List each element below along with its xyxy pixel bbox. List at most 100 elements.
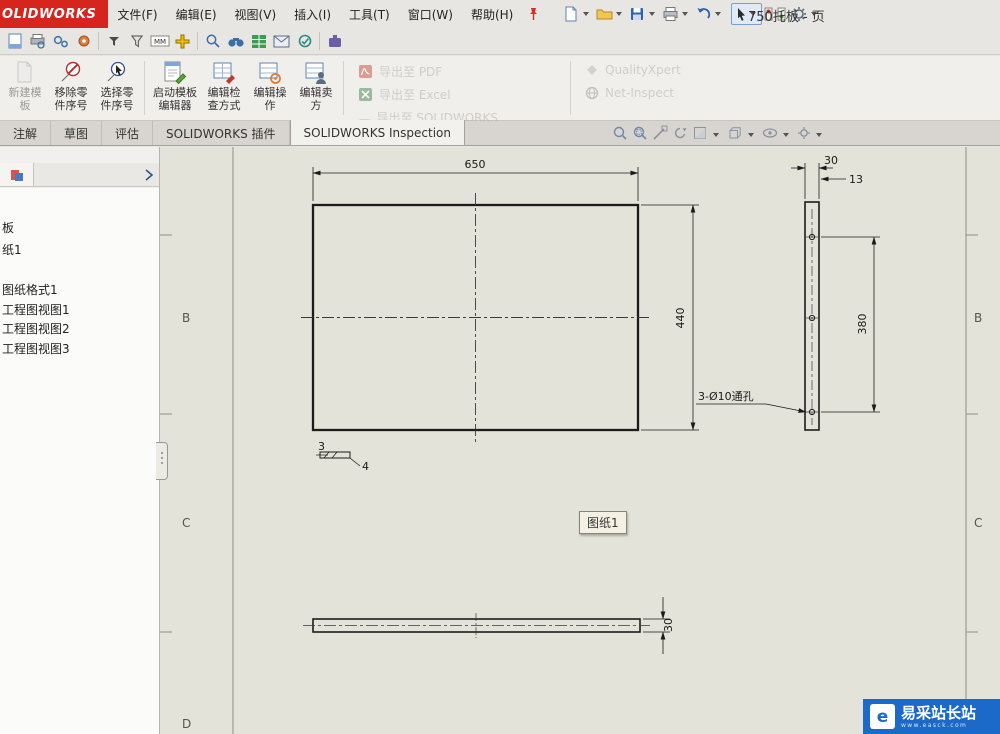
tree-item[interactable]: 工程图视图1: [2, 301, 70, 318]
side-view[interactable]: 30 13 380 3-Ø10通孔: [696, 154, 880, 431]
tab-solidworks-addins[interactable]: SOLIDWORKS 插件: [153, 121, 290, 145]
menu-window[interactable]: 窗口(W): [399, 0, 462, 28]
select-balloon-button[interactable]: 选择零 件序号: [94, 56, 140, 120]
edit-operations-icon: [259, 62, 281, 84]
gears-icon[interactable]: [49, 30, 72, 53]
command-manager-ribbon: 新建模 板 移除零 件序号 选择零 件序号 启动模板 编辑器 编辑检 查方式 编…: [0, 56, 1000, 142]
undo-dropdown-icon[interactable]: [715, 12, 722, 16]
zoom-area-icon[interactable]: [632, 125, 648, 144]
export-excel-button[interactable]: 导出至 Excel: [358, 86, 556, 103]
launch-template-editor-button[interactable]: 启动模板 编辑器: [149, 56, 201, 120]
zoom-fit-icon[interactable]: [612, 125, 628, 144]
dimension-380[interactable]: 380: [856, 314, 869, 335]
table-icon[interactable]: [247, 30, 270, 53]
dimension-30-top[interactable]: 30: [824, 154, 838, 167]
stamp-icon[interactable]: [293, 30, 316, 53]
funnel-icon[interactable]: [125, 30, 148, 53]
menu-edit[interactable]: 编辑(E): [167, 0, 226, 28]
tree-item[interactable]: 板: [2, 219, 14, 236]
send-icon[interactable]: [270, 30, 293, 53]
pin-menu-icon[interactable]: [522, 3, 544, 25]
sheet-tooltip: 图纸1: [579, 511, 627, 534]
panel-splitter-handle[interactable]: [156, 442, 168, 480]
qualityxpert-icon: [587, 65, 597, 75]
edit-operations-button[interactable]: 编辑操 作: [247, 56, 293, 120]
menu-help[interactable]: 帮助(H): [462, 0, 522, 28]
dimension-13[interactable]: 13: [849, 173, 863, 186]
dimension-30-bottom[interactable]: 30: [662, 618, 675, 632]
edit-characteristics-button[interactable]: 编辑检 查方式: [201, 56, 247, 120]
add-symbol-icon[interactable]: [171, 30, 194, 53]
select-cursor-icon[interactable]: [733, 5, 749, 23]
open-dropdown-icon[interactable]: [616, 12, 623, 16]
drawing-viewport[interactable]: B C D B C 650 440 3 4 30 13 380 3-Ø10通孔 …: [160, 147, 1000, 734]
remove-balloon-button[interactable]: 移除零 件序号: [48, 56, 94, 120]
units-icon[interactable]: MM: [148, 30, 171, 53]
model-settings-icon[interactable]: [72, 30, 95, 53]
menu-insert[interactable]: 插入(I): [285, 0, 340, 28]
hide-show-items-icon[interactable]: [762, 127, 778, 142]
print-preview-icon[interactable]: [26, 30, 49, 53]
dimension-4[interactable]: 4: [362, 460, 369, 473]
tree-item[interactable]: 图纸格式1: [2, 281, 58, 298]
dimension-3[interactable]: 3: [318, 440, 325, 453]
section-view-icon[interactable]: [692, 125, 708, 144]
net-inspect-button[interactable]: Net-Inspect: [585, 86, 735, 100]
watermark-title: 易采站长站: [901, 703, 977, 722]
document-title: 750托板 - 页: [748, 10, 825, 25]
tab-annotation[interactable]: 注解: [0, 121, 52, 145]
menu-tools[interactable]: 工具(T): [340, 0, 399, 28]
open-folder-icon[interactable]: [593, 3, 615, 25]
svg-text:B: B: [974, 311, 982, 325]
view-settings-dropdown-icon[interactable]: [816, 132, 822, 137]
magnetic-line-icon[interactable]: [652, 125, 668, 144]
refresh-view-icon[interactable]: [672, 125, 688, 144]
hole-note[interactable]: 3-Ø10通孔: [698, 390, 754, 403]
undo-icon[interactable]: [692, 3, 714, 25]
front-view[interactable]: 650 440 3 4: [301, 158, 699, 473]
addin-icon[interactable]: [323, 30, 346, 53]
edit-vendors-button[interactable]: 编辑卖 方: [293, 56, 339, 120]
tab-evaluate[interactable]: 评估: [102, 121, 154, 145]
tree-item[interactable]: 工程图视图2: [2, 320, 70, 337]
inspection-panel-tab[interactable]: [0, 163, 34, 186]
qualityxpert-button[interactable]: QualityXpert: [585, 63, 735, 77]
print-dropdown-icon[interactable]: [682, 12, 689, 16]
select-balloon-icon: [107, 61, 126, 82]
display-style-dropdown-icon[interactable]: [748, 132, 754, 137]
menu-view[interactable]: 视图(V): [226, 0, 286, 28]
bottom-view[interactable]: 30: [303, 597, 675, 654]
view-settings-icon[interactable]: [797, 126, 811, 143]
save-icon[interactable]: [626, 3, 648, 25]
svg-text:C: C: [974, 516, 982, 530]
new-document-icon[interactable]: [560, 3, 582, 25]
find-binoculars-icon[interactable]: [224, 30, 247, 53]
zoom-tool-icon[interactable]: [201, 30, 224, 53]
print-icon[interactable]: [659, 3, 681, 25]
integrations-group: QualityXpert Net-Inspect: [575, 56, 745, 120]
tab-solidworks-inspection[interactable]: SOLIDWORKS Inspection: [289, 120, 465, 145]
thickness-callout[interactable]: 3 4: [316, 440, 369, 473]
save-dropdown-icon[interactable]: [649, 12, 656, 16]
svg-text:C: C: [182, 516, 190, 530]
filter-dropdown-icon[interactable]: [102, 30, 125, 53]
tab-sketch[interactable]: 草图: [51, 121, 103, 145]
new-template-button[interactable]: 新建模 板: [2, 56, 48, 120]
section-dropdown-icon[interactable]: [713, 132, 719, 137]
export-pdf-button[interactable]: 导出至 PDF: [358, 63, 556, 80]
tree-item[interactable]: 纸1: [2, 241, 22, 258]
dimension-440[interactable]: 440: [674, 308, 687, 329]
panel-expand-chevron-icon[interactable]: [144, 168, 154, 181]
net-inspect-icon: [585, 86, 599, 100]
display-style-icon[interactable]: [727, 125, 743, 144]
new-template-icon: [17, 61, 32, 83]
dimension-650[interactable]: 650: [465, 158, 486, 171]
hide-show-dropdown-icon[interactable]: [783, 132, 789, 137]
inspection-tab-icon: [10, 169, 23, 181]
sheet-format-icon[interactable]: [3, 30, 26, 53]
feature-tree: 板 纸1 图纸格式1 工程图视图1 工程图视图2 工程图视图3: [0, 188, 159, 734]
graphics-area[interactable]: B C D B C 650 440 3 4 30 13 380 3-Ø10通孔 …: [160, 147, 1000, 734]
tree-item[interactable]: 工程图视图3: [2, 340, 70, 357]
new-dropdown-icon[interactable]: [583, 12, 590, 16]
menu-file[interactable]: 文件(F): [108, 0, 166, 28]
